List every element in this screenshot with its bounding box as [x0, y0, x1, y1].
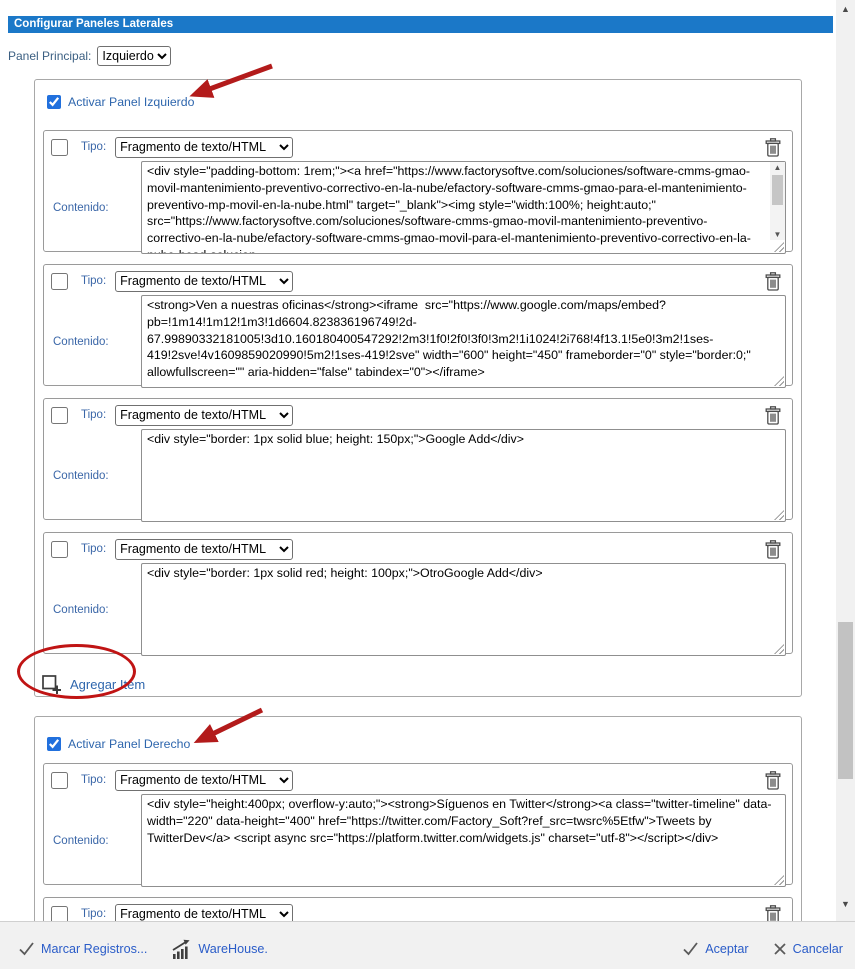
- left-panel-group: Activar Panel Izquierdo Tipo: Fragmento …: [34, 79, 802, 697]
- trash-icon[interactable]: [765, 904, 781, 921]
- panel-item: Tipo: Fragmento de texto/HTML Contenido:: [43, 398, 793, 522]
- warehouse-button[interactable]: WareHouse.: [171, 939, 268, 959]
- contenido-textarea[interactable]: <div style="border: 1px solid blue; heig…: [141, 429, 786, 522]
- contenido-textarea[interactable]: <div style="padding-bottom: 1rem;"><a hr…: [141, 161, 786, 254]
- panel-item: Tipo: Fragmento de texto/HTML Contenido:: [43, 897, 793, 921]
- marcar-registros-label: Marcar Registros...: [41, 941, 148, 956]
- marcar-registros-button[interactable]: Marcar Registros...: [18, 941, 147, 956]
- check-icon: [682, 941, 699, 956]
- cancelar-button[interactable]: Cancelar: [773, 942, 843, 956]
- contenido-label: Contenido:: [53, 201, 109, 214]
- dialog-body: Configurar Paneles Laterales Panel Princ…: [0, 0, 836, 921]
- dialog-titlebar: Configurar Paneles Laterales: [8, 16, 833, 33]
- contenido-textarea[interactable]: <div style="height:400px; overflow-y:aut…: [141, 794, 786, 887]
- cancelar-label: Cancelar: [792, 941, 843, 956]
- trash-icon[interactable]: [765, 405, 781, 425]
- activar-panel-derecho-label: Activar Panel Derecho: [68, 737, 191, 751]
- contenido-textarea[interactable]: <strong>Ven a nuestras oficinas</strong>…: [141, 295, 786, 388]
- contenido-label: Contenido:: [53, 603, 109, 616]
- tipo-select[interactable]: Fragmento de texto/HTML: [115, 270, 294, 292]
- right-panel-group: Activar Panel Derecho Tipo: Fragmento de…: [34, 716, 802, 921]
- tipo-label: Tipo:: [81, 409, 107, 421]
- tipo-label: Tipo:: [81, 141, 107, 153]
- contenido-label: Contenido:: [53, 469, 109, 482]
- close-x-icon: [773, 942, 787, 956]
- trash-icon[interactable]: [765, 137, 781, 157]
- tipo-label: Tipo:: [81, 543, 107, 555]
- panel-item: Tipo: Fragmento de texto/HTML Contenido:: [43, 532, 793, 656]
- aceptar-label: Aceptar: [705, 941, 749, 956]
- aceptar-button[interactable]: Aceptar: [682, 941, 749, 956]
- tipo-label: Tipo:: [81, 908, 107, 920]
- tipo-select[interactable]: Fragmento de texto/HTML: [115, 404, 294, 426]
- agregar-item-button[interactable]: Agregar Item: [41, 666, 793, 702]
- tipo-select[interactable]: Fragmento de texto/HTML: [115, 136, 294, 158]
- contenido-label: Contenido:: [53, 834, 109, 847]
- warehouse-label: WareHouse.: [198, 941, 268, 956]
- scrollbar-down-icon[interactable]: ▼: [836, 899, 855, 909]
- panel-item: Tipo: Fragmento de texto/HTML Contenido:: [43, 264, 793, 388]
- activar-panel-izquierdo-label: Activar Panel Izquierdo: [68, 95, 195, 109]
- scroll-down-icon[interactable]: ▼: [774, 229, 782, 240]
- item-select-checkbox[interactable]: [51, 272, 68, 290]
- panel-item: Tipo: Fragmento de texto/HTML Contenido:: [43, 130, 793, 254]
- textarea-scrollbar[interactable]: ▲ ▼: [770, 162, 785, 240]
- scrollbar-up-icon[interactable]: ▲: [836, 4, 855, 14]
- tipo-label: Tipo:: [81, 275, 107, 287]
- trash-icon[interactable]: [765, 770, 781, 790]
- item-select-checkbox[interactable]: [51, 905, 68, 921]
- trash-icon[interactable]: [765, 539, 781, 559]
- panel-principal-label: Panel Principal:: [8, 49, 92, 63]
- scrollbar-thumb[interactable]: [838, 622, 853, 779]
- scroll-thumb[interactable]: [772, 175, 783, 205]
- page-scrollbar[interactable]: ▲ ▼: [836, 0, 855, 921]
- warehouse-chart-icon: [171, 939, 192, 959]
- trash-icon[interactable]: [765, 271, 781, 291]
- agregar-item-label: Agregar Item: [70, 676, 146, 692]
- activar-panel-derecho-checkbox[interactable]: [47, 737, 61, 751]
- item-select-checkbox[interactable]: [51, 406, 68, 424]
- footer-bar: Marcar Registros... WareHouse. Aceptar C…: [0, 921, 855, 969]
- item-select-checkbox[interactable]: [51, 540, 68, 558]
- tipo-select[interactable]: Fragmento de texto/HTML: [115, 538, 294, 560]
- contenido-label: Contenido:: [53, 335, 109, 348]
- panel-item: Tipo: Fragmento de texto/HTML Contenido:: [43, 763, 793, 887]
- item-select-checkbox[interactable]: [51, 138, 68, 156]
- add-item-icon: [42, 674, 61, 694]
- contenido-textarea[interactable]: <div style="border: 1px solid red; heigh…: [141, 563, 786, 656]
- activar-panel-izquierdo-checkbox[interactable]: [47, 95, 61, 109]
- item-select-checkbox[interactable]: [51, 771, 68, 789]
- tipo-select[interactable]: Fragmento de texto/HTML: [115, 769, 294, 791]
- panel-principal-select[interactable]: Izquierdo: [97, 46, 172, 66]
- tipo-select[interactable]: Fragmento de texto/HTML: [115, 903, 294, 921]
- tipo-label: Tipo:: [81, 774, 107, 786]
- scroll-up-icon[interactable]: ▲: [774, 162, 782, 173]
- check-icon: [18, 941, 35, 956]
- dialog-title: Configurar Paneles Laterales: [14, 18, 174, 30]
- dialog: Configurar Paneles Laterales Panel Princ…: [0, 0, 855, 969]
